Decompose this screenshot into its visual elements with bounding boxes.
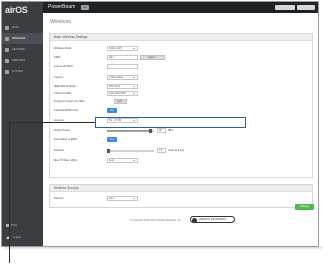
sidebar-item-label: Main bbox=[12, 26, 19, 29]
field-label: Max TX Rate, Mbps: bbox=[54, 159, 78, 162]
section-heading: Basic Wireless Settings bbox=[50, 34, 312, 41]
max-rate-select[interactable]: Auto bbox=[107, 158, 138, 163]
logo-prefix: air bbox=[5, 5, 16, 15]
distance-unit: miles (0.6 km) bbox=[168, 149, 185, 152]
callout-pointer-line bbox=[9, 122, 10, 263]
page-title: Wireless bbox=[50, 19, 72, 25]
field-label: Distance: bbox=[54, 149, 65, 152]
sidebar-item-system[interactable]: System bbox=[2, 66, 43, 77]
sidebar-item-label: Wireless bbox=[12, 37, 26, 40]
ieee-mode-select[interactable]: A/N mixed bbox=[107, 84, 138, 89]
wireless-icon bbox=[5, 36, 9, 41]
auto-adjust-row: Auto Adjust to EIRP: On bbox=[54, 137, 304, 143]
field-label: Output Power: bbox=[54, 129, 71, 132]
field-label: Wireless Mode: bbox=[54, 47, 72, 50]
distance-input[interactable]: 0.4 bbox=[157, 148, 166, 153]
logo-text: UBIQUITI NETWORKS bbox=[199, 218, 226, 221]
slider-handle[interactable] bbox=[107, 148, 110, 153]
security-select[interactable]: none bbox=[107, 196, 138, 201]
figure-frame: airOS Main Wireless Network Services Sys… bbox=[0, 0, 331, 265]
eirp-limit-toggle[interactable]: On bbox=[107, 108, 117, 113]
logo-mark bbox=[192, 217, 197, 223]
basic-wireless-section: Basic Wireless Settings Wireless Mode: S… bbox=[49, 33, 313, 178]
country-select[interactable]: United States bbox=[107, 75, 138, 80]
field-label: Lock to AP MAC: bbox=[54, 65, 74, 68]
security-row: Security: none bbox=[54, 196, 304, 202]
output-power-unit: dBm bbox=[168, 129, 174, 132]
channel-width-row: Channel Width: Auto 20/40 MHz bbox=[54, 91, 304, 97]
product-badge: ac bbox=[81, 4, 89, 10]
distance-slider[interactable] bbox=[107, 148, 154, 153]
eirp-limit-row: Calculate EIRP Limit: On bbox=[54, 108, 304, 114]
wireless-mode-select[interactable]: Station (AP) bbox=[107, 46, 138, 51]
max-rate-row: Max TX Rate, Mbps: Auto bbox=[54, 158, 304, 164]
channel-width-select[interactable]: Auto 20/40 MHz bbox=[107, 91, 138, 96]
header-control[interactable] bbox=[297, 4, 315, 10]
ssid-input[interactable]: ubnt bbox=[107, 55, 138, 60]
sidebar-item-wireless[interactable]: Wireless bbox=[2, 33, 43, 44]
wireless-security-section: Wireless Security Security: none bbox=[49, 184, 313, 208]
lock-to-ap-row: Lock to AP MAC: bbox=[54, 64, 304, 70]
main-content: Wireless Basic Wireless Settings Wireles… bbox=[43, 13, 318, 246]
ssid-row: SSID: ubnt Select... bbox=[54, 55, 304, 61]
tools-label: Tools bbox=[11, 224, 18, 227]
sidebar-item-services[interactable]: Services bbox=[2, 55, 43, 66]
ssid-select-button[interactable]: Select... bbox=[140, 55, 165, 60]
distance-row: Distance: 0.4 miles (0.6 km) bbox=[54, 148, 304, 154]
field-label: SSID: bbox=[54, 56, 61, 59]
field-label: IEEE 802.11 Mode: bbox=[54, 85, 77, 88]
field-label: Frequency Scan List, MHz: bbox=[54, 100, 86, 103]
tools-menu[interactable]: Tools bbox=[6, 224, 17, 227]
sidebar-item-network[interactable]: Network bbox=[2, 44, 43, 55]
sidebar-item-label: System bbox=[12, 70, 23, 73]
ubiquiti-logo: UBIQUITI NETWORKS bbox=[190, 216, 235, 223]
airos-logo: airOS bbox=[5, 5, 41, 19]
home-icon bbox=[5, 25, 9, 30]
sidebar-item-label: Services bbox=[12, 59, 26, 62]
slider-handle[interactable] bbox=[149, 128, 153, 133]
change-button[interactable]: Change bbox=[295, 204, 314, 210]
output-power-row: Output Power: 28 dBm bbox=[54, 128, 304, 134]
product-name: PowerBeam bbox=[48, 4, 76, 10]
highlight-box bbox=[95, 117, 246, 128]
top-bar: PowerBeam ac bbox=[43, 2, 318, 13]
system-icon bbox=[5, 69, 9, 74]
ieee-mode-row: IEEE 802.11 Mode: A/N mixed bbox=[54, 84, 304, 90]
wireless-mode-row: Wireless Mode: Station (AP) bbox=[54, 46, 304, 52]
logout-label: Logout bbox=[13, 236, 21, 239]
lock-to-ap-input[interactable] bbox=[107, 64, 138, 69]
slider-fill bbox=[107, 130, 151, 132]
frequency-edit-button[interactable]: Edit... bbox=[114, 99, 127, 104]
field-label: Calculate EIRP Limit: bbox=[54, 109, 79, 112]
field-label: Channel Width: bbox=[54, 92, 72, 95]
output-power-slider[interactable] bbox=[107, 128, 154, 133]
sidebar-item-label: Network bbox=[12, 48, 26, 51]
field-label: Auto Adjust to EIRP: bbox=[54, 138, 78, 141]
field-label: Security: bbox=[54, 197, 65, 200]
header-control[interactable] bbox=[275, 4, 295, 10]
field-label: Country: bbox=[54, 76, 64, 79]
logo-suffix: OS bbox=[15, 5, 28, 15]
frequency-scan-row: Frequency Scan List, MHz: Edit... bbox=[54, 99, 304, 105]
network-icon bbox=[5, 47, 9, 52]
callout-pointer-line bbox=[9, 122, 95, 123]
services-icon bbox=[5, 58, 9, 63]
footer-copyright: © Copyright 2006-2014 Ubiquiti Networks,… bbox=[130, 219, 182, 222]
output-power-input[interactable]: 28 bbox=[157, 128, 166, 133]
sidebar-item-main[interactable]: Main bbox=[2, 22, 43, 33]
window-shadow bbox=[4, 247, 322, 250]
section-heading: Wireless Security bbox=[50, 185, 312, 192]
country-row: Country: United States bbox=[54, 75, 304, 81]
auto-adjust-toggle[interactable]: On bbox=[107, 137, 117, 142]
